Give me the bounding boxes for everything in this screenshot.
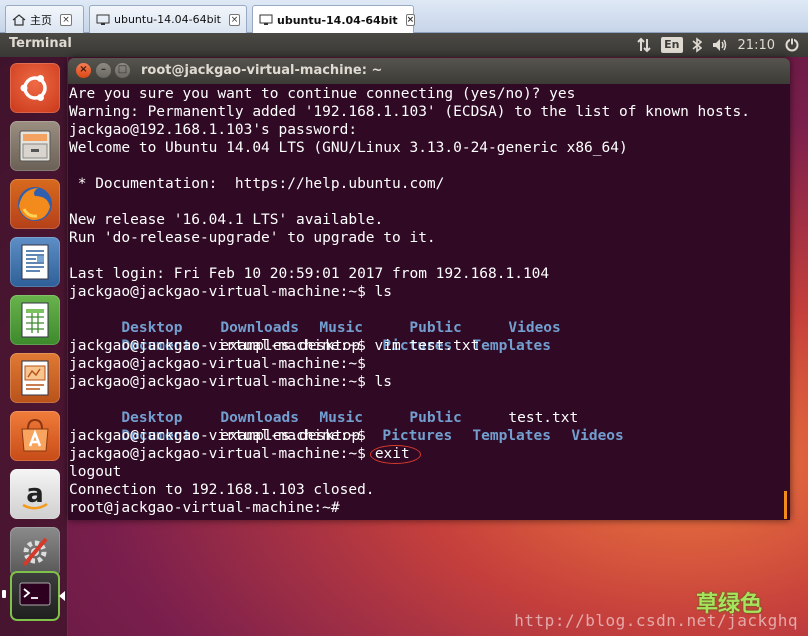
ls-entry: Music xyxy=(319,320,364,336)
ls-entry: test.txt xyxy=(508,410,579,426)
terminal-line: * Documentation: https://help.ubuntu.com… xyxy=(69,176,445,192)
dash-home-icon[interactable] xyxy=(10,63,60,113)
vm-icon xyxy=(259,14,273,26)
ls-entry: Templates xyxy=(472,338,551,354)
libreoffice-writer-icon[interactable] xyxy=(10,237,60,287)
terminal-line: Welcome to Ubuntu 14.04 LTS (GNU/Linux 3… xyxy=(69,140,628,156)
tab-label: ubuntu-14.04-64bit xyxy=(114,13,221,26)
tab-label: 主页 xyxy=(30,13,52,27)
terminal-line: Are you sure you want to continue connec… xyxy=(69,86,576,102)
terminal-line: jackgao@jackgao-virtual-machine:~$ ls xyxy=(69,284,393,300)
terminal-line: Run 'do-release-upgrade' to upgrade to i… xyxy=(69,230,436,246)
ls-entry: Videos xyxy=(508,320,561,336)
terminal-window[interactable]: × – □ root@jackgao-virtual-machine: ~ Ar… xyxy=(68,58,790,520)
terminal-line: jackgao@jackgao-virtual-machine:~$ xyxy=(69,356,366,372)
focused-indicator xyxy=(59,591,65,601)
ls-entry: Pictures xyxy=(382,428,453,444)
terminal-line: jackgao@jackgao-virtual-machine:~$ exit xyxy=(69,445,790,464)
top-panel: Terminal En 21:10 xyxy=(0,33,808,57)
ls-output-row: Desktop Downloads Music Public Videos xyxy=(69,301,790,336)
exit-command-highlight: exit xyxy=(369,445,421,464)
vm-icon xyxy=(96,14,110,26)
terminal-line: root@jackgao-virtual-machine:~# xyxy=(69,500,340,516)
tab-label: ubuntu-14.04-64bit xyxy=(277,13,398,27)
keyboard-layout-indicator[interactable]: En xyxy=(661,37,683,53)
power-gear-icon[interactable] xyxy=(784,35,800,55)
home-icon xyxy=(12,13,26,26)
watermark-author: 草绿色 xyxy=(695,592,762,617)
clock[interactable]: 21:10 xyxy=(738,35,775,55)
ls-entry: Desktop xyxy=(121,410,183,426)
terminal-line: Last login: Fri Feb 10 20:59:01 2017 fro… xyxy=(69,266,550,282)
software-center-icon[interactable] xyxy=(10,411,60,461)
amazon-icon[interactable]: a xyxy=(10,469,60,519)
terminal-line: Warning: Permanently added '192.168.1.10… xyxy=(69,104,750,120)
network-transfer-icon[interactable] xyxy=(636,35,652,55)
volume-icon[interactable] xyxy=(711,35,729,55)
shell-prompt: jackgao@jackgao-virtual-machine:~$ xyxy=(69,446,366,462)
running-indicator xyxy=(2,590,6,598)
terminal-line: New release '16.04.1 LTS' available. xyxy=(69,212,384,228)
close-icon[interactable]: × xyxy=(228,13,240,26)
terminal-icon[interactable] xyxy=(10,571,60,621)
libreoffice-impress-icon[interactable] xyxy=(10,353,60,403)
terminal-line: jackgao@jackgao-virtual-machine:~$ ls xyxy=(69,374,393,390)
terminal-line: jackgao@jackgao-virtual-machine:~$ vim t… xyxy=(69,338,480,354)
terminal-output[interactable]: Are you sure you want to continue connec… xyxy=(68,85,790,520)
bluetooth-icon[interactable] xyxy=(692,35,702,55)
tab-vm-1[interactable]: ubuntu-14.04-64bit × xyxy=(89,5,247,33)
close-icon[interactable]: × xyxy=(405,14,416,26)
maximize-button[interactable]: □ xyxy=(115,63,130,78)
terminal-line: jackgao@192.168.1.103's password: xyxy=(69,122,358,138)
close-button[interactable]: × xyxy=(76,63,91,78)
ls-entry: Desktop xyxy=(121,320,183,336)
terminal-titlebar[interactable]: × – □ root@jackgao-virtual-machine: ~ xyxy=(68,58,790,84)
ls-entry: Downloads xyxy=(220,410,299,426)
vm-tab-strip: 主页 × ubuntu-14.04-64bit × ubuntu-14.04-6… xyxy=(0,0,808,34)
ls-entry: Public xyxy=(409,410,462,426)
ls-entry: Music xyxy=(319,410,364,426)
minimize-button[interactable]: – xyxy=(96,63,111,78)
launcher: a xyxy=(0,57,68,636)
libreoffice-calc-icon[interactable] xyxy=(10,295,60,345)
ls-entry: Videos xyxy=(571,428,624,444)
indicator-area: En 21:10 xyxy=(636,35,800,55)
panel-app-title: Terminal xyxy=(9,36,72,51)
files-icon[interactable] xyxy=(10,121,60,171)
tab-vm-2-active[interactable]: ubuntu-14.04-64bit × xyxy=(252,5,416,34)
terminal-scrollbar[interactable] xyxy=(784,491,787,519)
terminal-title: root@jackgao-virtual-machine: ~ xyxy=(141,63,383,78)
close-icon[interactable]: × xyxy=(60,13,72,26)
terminal-line: logout xyxy=(69,464,122,480)
svg-text:a: a xyxy=(26,479,44,509)
terminal-line: Connection to 192.168.1.103 closed. xyxy=(69,482,375,498)
system-settings-icon[interactable] xyxy=(10,527,60,577)
ls-entry: Templates xyxy=(472,428,551,444)
ls-entry: Public xyxy=(409,320,462,336)
ls-output-row: Desktop Downloads Music Public test.txt xyxy=(69,391,790,426)
tab-home[interactable]: 主页 × xyxy=(5,5,84,33)
ls-entry: Downloads xyxy=(220,320,299,336)
firefox-icon[interactable] xyxy=(10,179,60,229)
